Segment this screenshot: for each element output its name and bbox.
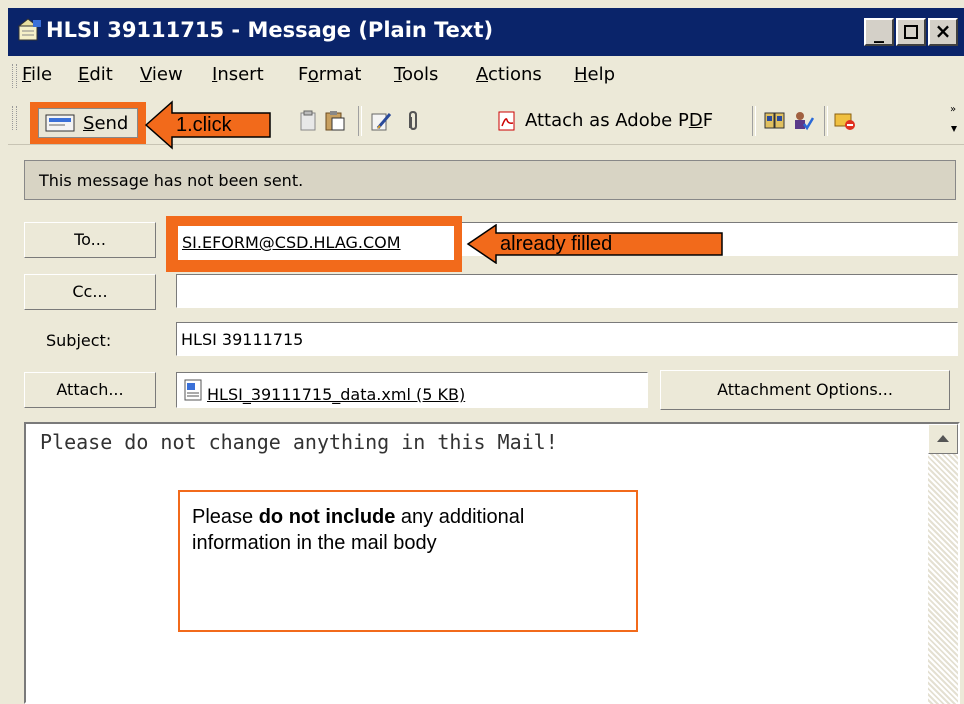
note-bold: do not include	[258, 506, 396, 528]
menu-grip	[12, 64, 17, 88]
click-callout-text: 1.click	[176, 114, 232, 136]
close-button[interactable]: ×	[928, 18, 958, 46]
cc-button[interactable]: Cc...	[24, 274, 156, 310]
pdf-icon[interactable]	[496, 110, 518, 132]
attachment-link[interactable]: HLSI_39111715_data.xml (5 KB)	[207, 385, 465, 404]
attach-button[interactable]: Attach...	[24, 372, 156, 408]
scroll-up-button[interactable]	[928, 424, 958, 454]
subject-value: HLSI 39111715	[181, 330, 304, 349]
subject-label: Subject:	[46, 331, 112, 350]
info-bar: This message has not been sent.	[24, 160, 956, 200]
note-box: Please do not include any additional inf…	[178, 490, 638, 632]
attachment-options-button[interactable]: Attachment Options...	[660, 370, 950, 410]
toolbar-separator	[358, 106, 362, 136]
send-button[interactable]: Send	[38, 108, 138, 138]
maximize-icon	[904, 25, 918, 39]
menu-edit[interactable]: Edit	[78, 64, 113, 85]
toolbar-separator	[824, 106, 828, 136]
click-callout: 1.click	[144, 100, 274, 150]
body-text: Please do not change anything in this Ma…	[40, 430, 558, 454]
menu-view[interactable]: View	[140, 64, 183, 85]
message-icon	[17, 18, 41, 41]
minimize-button[interactable]: _	[864, 18, 894, 46]
svg-text:»: »	[950, 104, 956, 115]
menu-bar: File Edit View Insert Format Tools Actio…	[8, 58, 964, 94]
menu-format[interactable]: Format	[298, 64, 361, 85]
xml-file-icon	[184, 379, 202, 401]
send-icon	[45, 114, 75, 132]
attachment-field: HLSI_39111715_data.xml (5 KB)	[176, 372, 648, 408]
paste-icon[interactable]	[298, 110, 320, 132]
address-book-icon[interactable]	[764, 110, 786, 132]
menu-actions[interactable]: Actions	[476, 64, 542, 85]
toolbar-separator	[752, 106, 756, 136]
note-prefix: Please	[192, 506, 259, 528]
send-highlight: Send	[30, 102, 146, 144]
chevron-down-icon: »	[950, 104, 957, 132]
menu-file[interactable]: File	[22, 64, 52, 85]
info-bar-text: This message has not been sent.	[39, 171, 304, 190]
toolbar-grip	[12, 106, 17, 130]
menu-help[interactable]: Help	[574, 64, 615, 85]
menu-insert[interactable]: Insert	[212, 64, 264, 85]
window-title: HLSI 39111715 - Message (Plain Text)	[46, 18, 494, 42]
toolbar-chevron[interactable]: »	[950, 102, 958, 138]
maximize-button[interactable]	[896, 18, 926, 46]
signature-icon[interactable]	[370, 110, 392, 132]
subject-field[interactable]: HLSI 39111715	[176, 322, 958, 356]
check-names-icon[interactable]	[792, 110, 814, 132]
paperclip-icon[interactable]	[402, 110, 424, 132]
attach-as-pdf-button[interactable]: Attach as Adobe PDF	[525, 110, 713, 131]
message-window: HLSI 39111715 - Message (Plain Text) _ ×…	[0, 0, 964, 704]
title-bar: HLSI 39111715 - Message (Plain Text) _ ×	[8, 8, 964, 56]
filled-callout: already filled	[466, 224, 724, 264]
clipboard-icon[interactable]	[324, 110, 346, 132]
to-value[interactable]: SI.EFORM@CSD.HLAG.COM	[182, 233, 401, 252]
send-label: Send	[83, 113, 129, 134]
to-button[interactable]: To...	[24, 222, 156, 258]
filled-callout-text: already filled	[500, 233, 613, 255]
cc-field[interactable]	[176, 274, 958, 308]
body-scrollbar[interactable]	[928, 424, 958, 704]
options-icon[interactable]	[834, 110, 856, 132]
menu-tools[interactable]: Tools	[394, 64, 438, 85]
